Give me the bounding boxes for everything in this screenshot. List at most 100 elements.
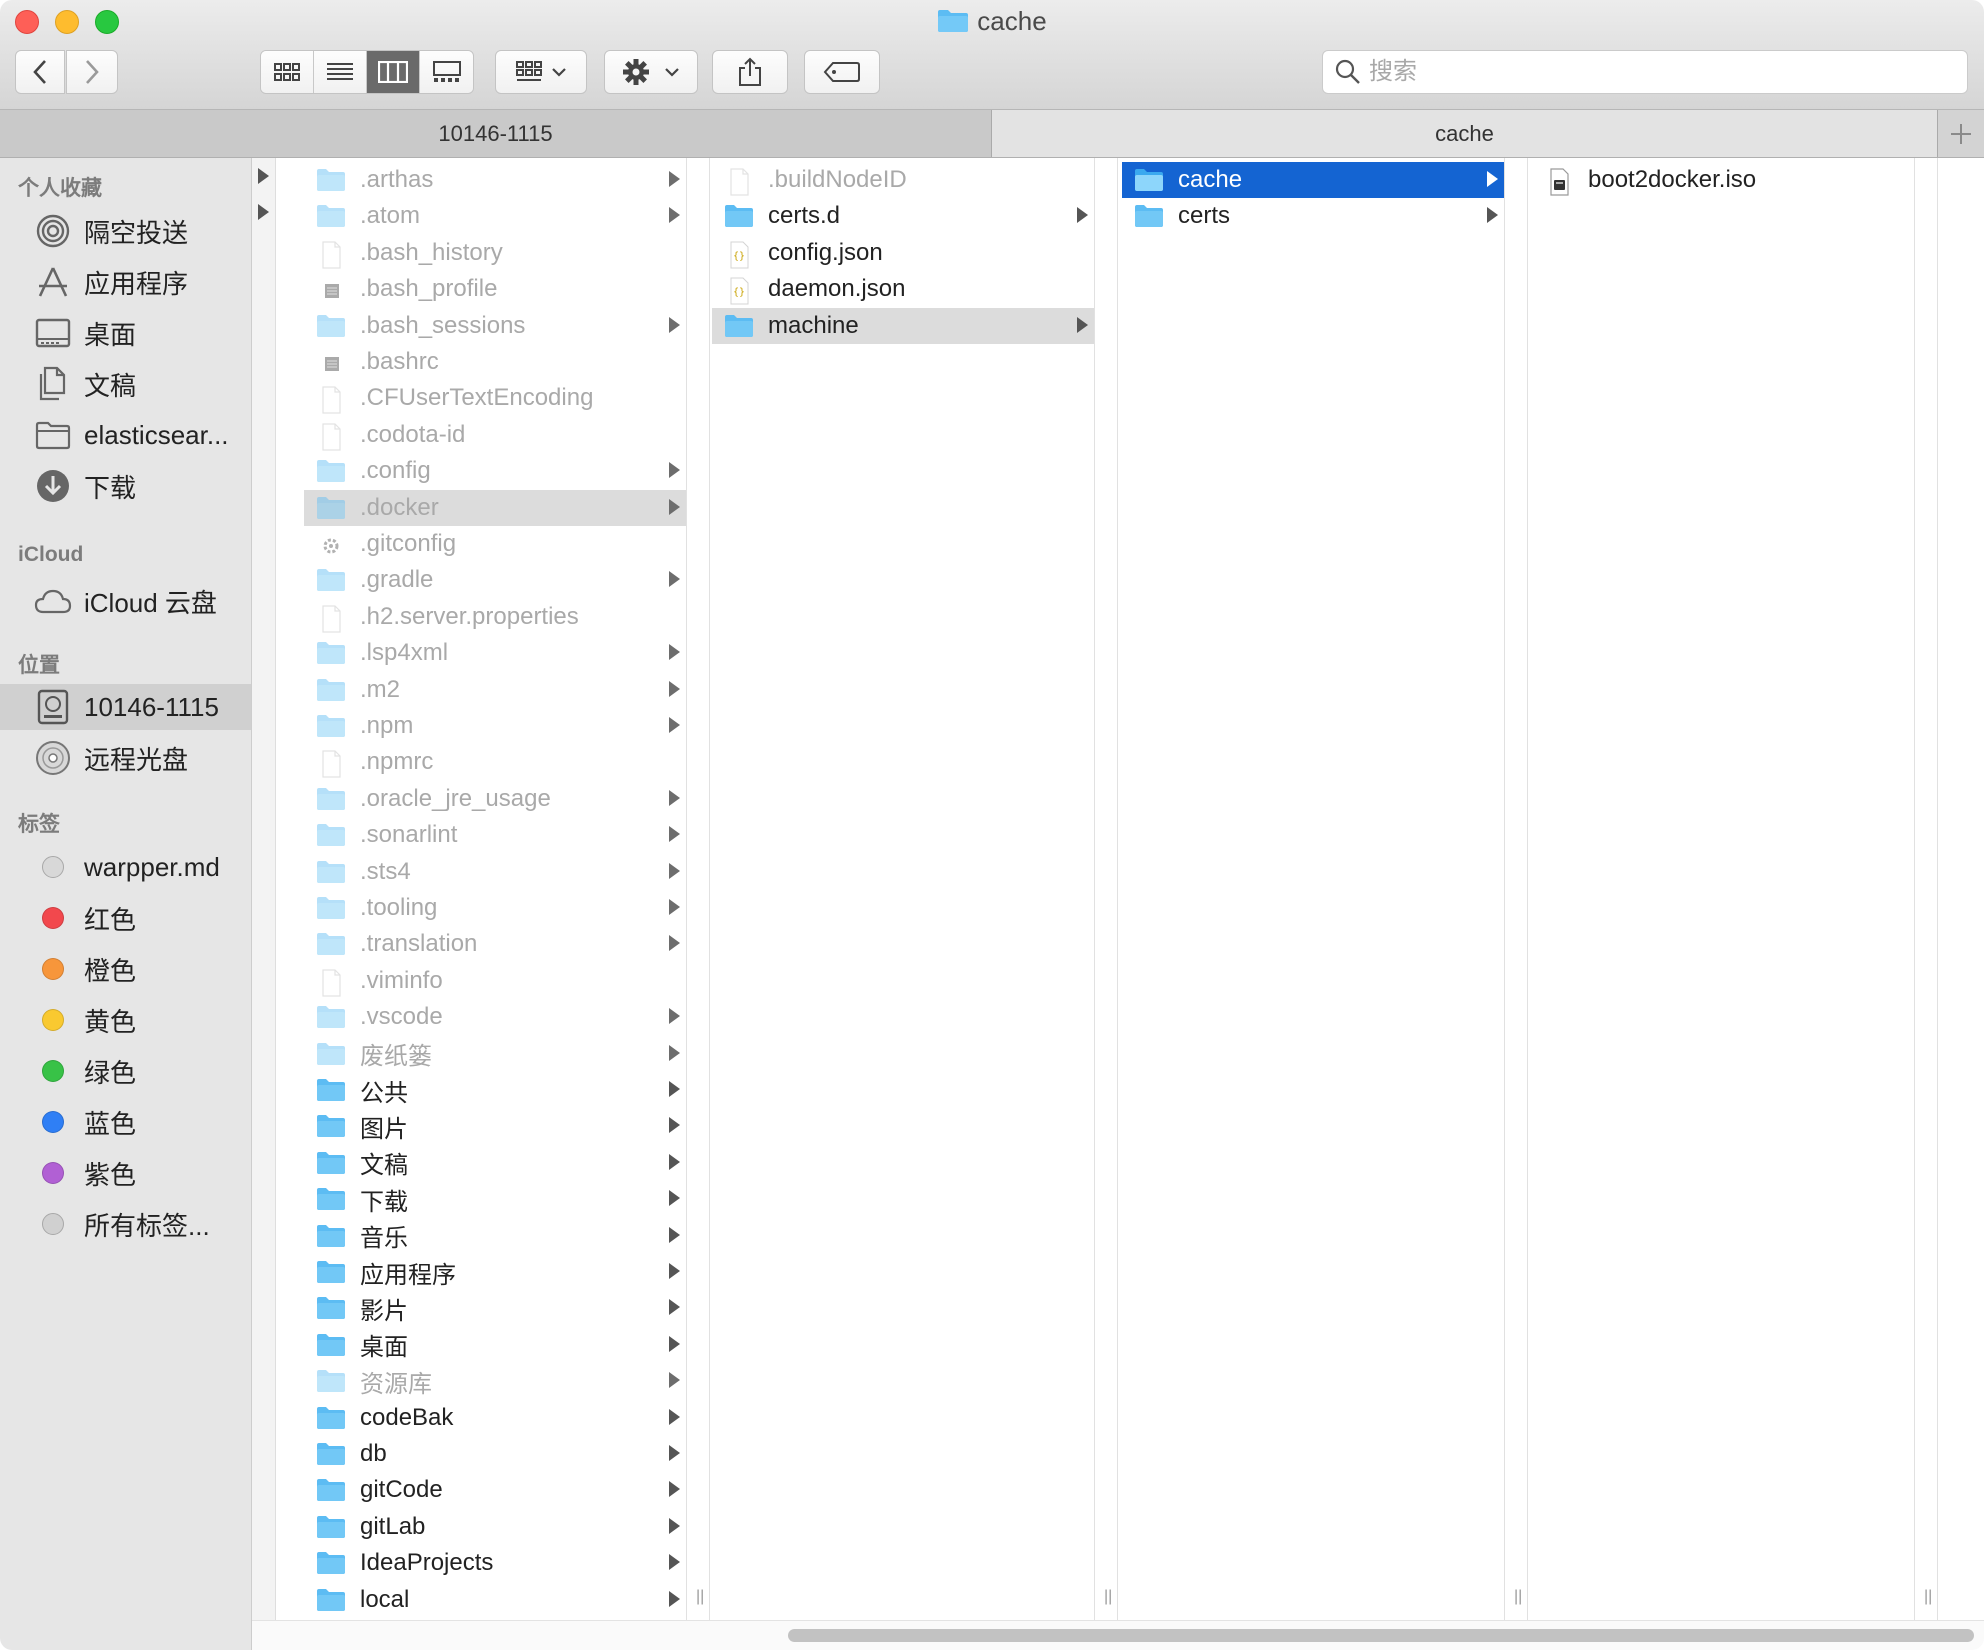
- icon-view-button[interactable]: [261, 51, 314, 93]
- file-row[interactable]: .npmrc: [304, 744, 686, 780]
- disclosure-arrow-icon: [669, 1263, 680, 1279]
- folder-row[interactable]: .docker: [304, 489, 686, 526]
- folder-row[interactable]: 应用程序: [304, 1254, 686, 1290]
- folder-row[interactable]: 下载: [304, 1181, 686, 1217]
- column-view-button[interactable]: [367, 51, 420, 93]
- disclosure-arrow-icon: [669, 1554, 680, 1571]
- back-button[interactable]: [15, 50, 65, 94]
- item-name: .translation: [360, 930, 478, 958]
- group-by-button[interactable]: [495, 50, 587, 94]
- share-button[interactable]: [712, 50, 788, 94]
- folder-row[interactable]: codeBak: [304, 1400, 686, 1436]
- tag-button[interactable]: [804, 50, 880, 94]
- folder-row[interactable]: .vscode: [304, 999, 686, 1035]
- column-resize-handle[interactable]: ||: [1914, 158, 1938, 1620]
- tab-cache[interactable]: cache: [992, 110, 1938, 157]
- sidebar-tag-label: 所有标签...: [84, 1210, 210, 1241]
- action-menu-button[interactable]: [604, 50, 698, 94]
- folder-row[interactable]: .lsp4xml: [304, 635, 686, 671]
- folder-row[interactable]: .gradle: [304, 562, 686, 598]
- sidebar-item-elasticsearch[interactable]: elasticsear...: [0, 412, 251, 458]
- sidebar-tag-item[interactable]: 橙色: [0, 946, 251, 992]
- search-input[interactable]: [1369, 58, 1909, 86]
- folder-row[interactable]: .sonarlint: [304, 817, 686, 853]
- file-row[interactable]: .CFUserTextEncoding: [304, 380, 686, 416]
- folder-row[interactable]: .arthas: [304, 162, 686, 198]
- folder-row[interactable]: .tooling: [304, 890, 686, 926]
- window-title-text: cache: [977, 6, 1047, 36]
- folder-row[interactable]: db: [304, 1436, 686, 1472]
- folder-row[interactable]: 资源库: [304, 1363, 686, 1399]
- sidebar-tag-item[interactable]: warpper.md: [0, 844, 251, 890]
- folder-row[interactable]: local: [304, 1582, 686, 1618]
- sidebar-tag-item[interactable]: 蓝色: [0, 1099, 251, 1145]
- folder-row[interactable]: IdeaProjects: [304, 1545, 686, 1581]
- sidebar-item-applications[interactable]: 应用程序: [0, 259, 251, 305]
- tab-10146-1115[interactable]: 10146-1115: [0, 110, 992, 157]
- file-row[interactable]: .bash_history: [304, 235, 686, 271]
- item-name: IdeaProjects: [360, 1549, 494, 1577]
- item-name: .CFUserTextEncoding: [360, 384, 594, 412]
- folder-row[interactable]: .translation: [304, 926, 686, 962]
- folder-row[interactable]: 桌面: [304, 1327, 686, 1363]
- folder-row[interactable]: 图片: [304, 1108, 686, 1144]
- folder-row[interactable]: .npm: [304, 708, 686, 744]
- search-field[interactable]: [1322, 50, 1968, 94]
- folder-row[interactable]: gitLab: [304, 1509, 686, 1545]
- item-name: .lsp4xml: [360, 639, 449, 667]
- sidebar-item-icloud-drive[interactable]: iCloud 云盘: [0, 578, 251, 624]
- sidebar-item-desktop[interactable]: 桌面: [0, 310, 251, 356]
- folder-row[interactable]: .bash_sessions: [304, 308, 686, 344]
- folder-row[interactable]: .m2: [304, 672, 686, 708]
- file-row[interactable]: .bash_profile: [304, 271, 686, 307]
- sidebar-tag-item[interactable]: 紫色: [0, 1150, 251, 1196]
- sidebar-tag-item[interactable]: 绿色: [0, 1048, 251, 1094]
- file-row[interactable]: .codota-id: [304, 417, 686, 453]
- folder-row[interactable]: machine: [712, 307, 1094, 344]
- sidebar-tag-item[interactable]: 黄色: [0, 997, 251, 1043]
- folder-icon: [1134, 168, 1164, 192]
- list-view-button[interactable]: [314, 51, 367, 93]
- sidebar-item-downloads[interactable]: 下载: [0, 463, 251, 509]
- folder-row[interactable]: 文稿: [304, 1145, 686, 1181]
- folder-row[interactable]: .config: [304, 453, 686, 489]
- item-name: .bashrc: [360, 348, 439, 375]
- folder-row[interactable]: 影片: [304, 1290, 686, 1326]
- file-row[interactable]: .bashrc: [304, 344, 686, 380]
- sidebar-tag-label: 橙色: [84, 955, 137, 986]
- folder-row[interactable]: .atom: [304, 198, 686, 234]
- file-row[interactable]: .gitconfig: [304, 526, 686, 562]
- sidebar-section-favorites: 个人收藏: [18, 177, 102, 200]
- folder-row[interactable]: 废纸篓: [304, 1036, 686, 1072]
- sidebar-item-10146-1115[interactable]: 10146-1115: [0, 684, 251, 730]
- column-resize-handle[interactable]: ||: [1094, 158, 1118, 1620]
- sidebar-item-remote-disc[interactable]: 远程光盘: [0, 735, 251, 781]
- new-tab-button[interactable]: [1938, 110, 1984, 157]
- folder-row[interactable]: gitCode: [304, 1472, 686, 1508]
- sidebar-tag-item[interactable]: 红色: [0, 895, 251, 941]
- folder-icon: [316, 1442, 346, 1466]
- gallery-view-button[interactable]: [420, 51, 473, 93]
- file-row[interactable]: .h2.server.properties: [304, 599, 686, 635]
- forward-button[interactable]: [66, 50, 118, 94]
- tag-color-dot-icon: [33, 1051, 73, 1091]
- sidebar-tag-item[interactable]: 所有标签...: [0, 1201, 251, 1247]
- file-row[interactable]: boot2docker.iso: [1532, 162, 1914, 198]
- file-row[interactable]: .viminfo: [304, 963, 686, 999]
- file-row[interactable]: {} config.json: [712, 235, 1094, 271]
- sidebar-item-documents[interactable]: 文稿: [0, 361, 251, 407]
- horizontal-scrollbar[interactable]: [788, 1629, 1974, 1642]
- file-row[interactable]: .buildNodeID: [712, 162, 1094, 198]
- folder-row[interactable]: cache: [1122, 162, 1504, 198]
- folder-row[interactable]: 公共: [304, 1072, 686, 1108]
- sidebar-item-airdrop[interactable]: 隔空投送: [0, 208, 251, 254]
- folder-row[interactable]: .sts4: [304, 854, 686, 890]
- column-resize-handle[interactable]: ||: [1504, 158, 1528, 1620]
- folder-row[interactable]: certs: [1122, 198, 1504, 234]
- folder-row[interactable]: 音乐: [304, 1218, 686, 1254]
- folder-row[interactable]: .oracle_jre_usage: [304, 781, 686, 817]
- column-resize-handle[interactable]: ||: [686, 158, 710, 1620]
- disclosure-arrow-icon: [669, 1445, 680, 1461]
- file-row[interactable]: {} daemon.json: [712, 271, 1094, 307]
- folder-row[interactable]: certs.d: [712, 198, 1094, 234]
